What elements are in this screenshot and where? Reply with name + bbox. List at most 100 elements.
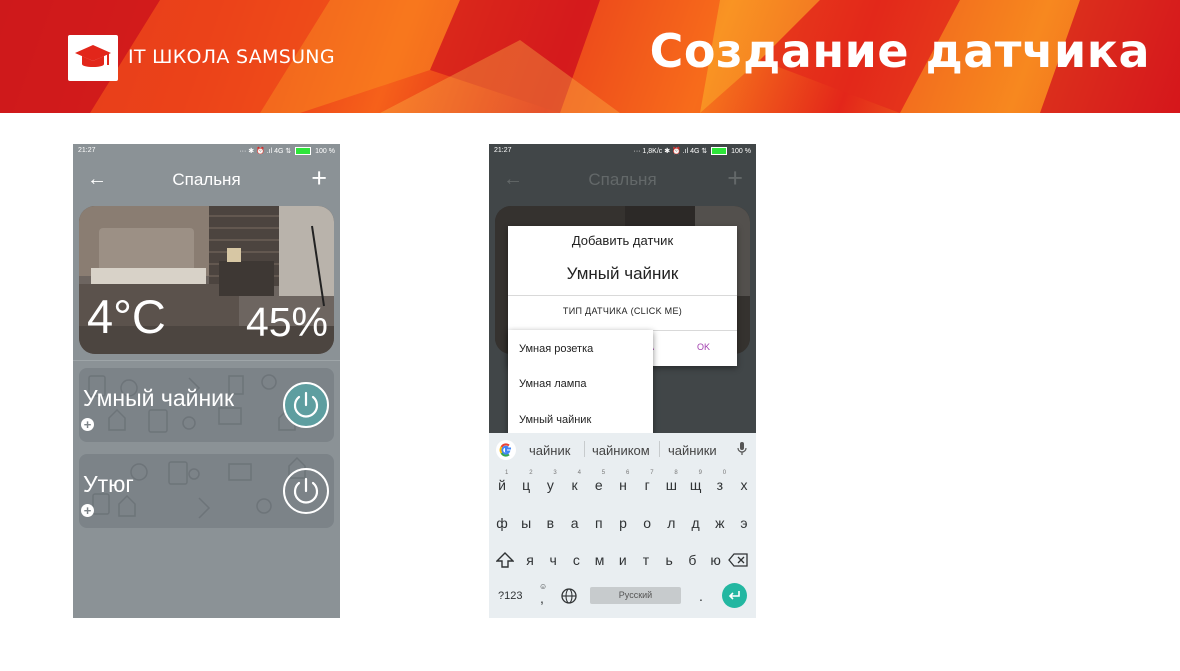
key-ф[interactable]: ф: [492, 515, 512, 531]
key-label: п: [595, 515, 603, 531]
power-toggle-on[interactable]: [283, 382, 329, 428]
section-divider: [73, 360, 340, 361]
key-hint: 6: [626, 470, 630, 476]
key-м[interactable]: м: [590, 552, 610, 568]
key-о[interactable]: о: [637, 515, 657, 531]
ok-button[interactable]: OK: [697, 342, 710, 352]
key-ч[interactable]: ч: [543, 552, 563, 568]
key-б[interactable]: б: [682, 552, 702, 568]
power-icon: [293, 477, 319, 504]
key-д[interactable]: д: [686, 515, 706, 531]
suggestion-separator: [584, 441, 585, 457]
dropdown-option-socket[interactable]: Умная розетка: [519, 343, 593, 355]
sensor-name-input[interactable]: Умный чайник: [508, 264, 737, 284]
add-device-button[interactable]: +: [727, 163, 743, 193]
key-label: х: [740, 477, 748, 493]
key-т[interactable]: т: [636, 552, 656, 568]
key-label: р: [619, 515, 627, 531]
header-banner: IT ШКОЛА SAMSUNG Создание датчика: [0, 0, 1180, 113]
key-к[interactable]: к4: [565, 470, 585, 493]
key-label: б: [688, 552, 697, 568]
suggestion-1[interactable]: чайник: [529, 443, 570, 458]
temperature-value: 4°C: [87, 290, 166, 343]
status-time: 21:27: [78, 147, 96, 154]
key-label: ж: [715, 515, 725, 531]
backspace-key-icon[interactable]: [728, 553, 748, 570]
key-label: к: [571, 477, 578, 493]
period-key[interactable]: .: [699, 588, 703, 604]
key-ш[interactable]: ш8: [661, 470, 681, 493]
key-hint: 7: [650, 470, 654, 476]
key-ю[interactable]: ю: [706, 552, 726, 568]
add-sensor-icon[interactable]: +: [81, 418, 94, 431]
suggestion-3[interactable]: чайники: [668, 443, 717, 458]
key-у[interactable]: у3: [540, 470, 560, 493]
google-icon[interactable]: [496, 440, 516, 460]
key-hint: 4: [577, 470, 581, 476]
key-ц[interactable]: ц2: [516, 470, 536, 493]
symbols-key[interactable]: ?123: [498, 590, 522, 602]
key-щ[interactable]: щ9: [686, 470, 706, 493]
key-label: л: [667, 515, 676, 531]
shift-key-icon[interactable]: [495, 552, 515, 571]
status-icons: ··· ✱ ⏰ .ıl 4G ⇅ 100 %: [239, 147, 335, 156]
space-key[interactable]: Русский: [590, 587, 681, 604]
device-card-kettle[interactable]: Умный чайник +: [79, 368, 334, 442]
key-з[interactable]: з0: [710, 470, 730, 493]
key-label: н: [619, 477, 627, 493]
key-п[interactable]: п: [589, 515, 609, 531]
enter-key-icon[interactable]: [722, 583, 747, 608]
key-ж[interactable]: ж: [710, 515, 730, 531]
key-а[interactable]: а: [565, 515, 585, 531]
suggestion-2[interactable]: чайником: [592, 443, 650, 458]
status-bar: 21:27 ··· 1,8K/c ✱ ⏰ .ıl 4G ⇅ 100 %: [489, 144, 756, 158]
add-device-button[interactable]: +: [311, 163, 327, 193]
onscreen-keyboard: чайник чайником чайники й1ц2у3к4е5н6г7ш8…: [489, 433, 756, 618]
key-hint: 0: [722, 470, 727, 476]
key-и[interactable]: и: [613, 552, 633, 568]
key-н[interactable]: н6: [613, 470, 633, 493]
key-л[interactable]: л: [661, 515, 681, 531]
key-hint: 9: [698, 470, 702, 476]
dropdown-option-kettle[interactable]: Умный чайник: [519, 414, 591, 426]
key-х[interactable]: х: [734, 477, 754, 493]
add-sensor-icon[interactable]: +: [81, 504, 94, 517]
dropdown-option-lamp[interactable]: Умная лампа: [519, 378, 586, 390]
key-hint: 5: [601, 470, 606, 476]
key-hint: 1: [505, 470, 509, 476]
key-label: й: [498, 477, 506, 493]
battery-icon: [711, 147, 728, 156]
humidity-value: 45%: [245, 299, 328, 345]
comma-key[interactable]: ,: [540, 590, 544, 606]
key-е[interactable]: е5: [589, 470, 609, 493]
microphone-icon[interactable]: [737, 442, 747, 461]
graduation-cap-icon: [75, 45, 111, 67]
key-р[interactable]: р: [613, 515, 633, 531]
key-label: з: [716, 477, 723, 493]
sensor-type-button[interactable]: ТИП ДАТЧИКА (CLICK ME): [508, 306, 737, 316]
battery-icon: [295, 147, 312, 156]
key-с[interactable]: с: [566, 552, 586, 568]
room-card[interactable]: 4°C 45%: [79, 206, 334, 354]
key-г[interactable]: г7: [637, 470, 657, 493]
keyboard-row-3: ячсмитьбю: [489, 552, 756, 582]
room-title: Спальня: [172, 170, 241, 189]
key-э[interactable]: э: [734, 515, 754, 531]
key-label: ф: [496, 515, 508, 531]
key-ь[interactable]: ь: [659, 552, 679, 568]
key-label: ц: [522, 477, 531, 493]
status-icons: ··· 1,8K/c ✱ ⏰ .ıl 4G ⇅ 100 %: [633, 147, 751, 156]
key-hint: 3: [553, 470, 557, 476]
key-label: ы: [521, 515, 532, 531]
key-й[interactable]: й1: [492, 470, 512, 493]
dialog-title: Добавить датчик: [571, 233, 674, 248]
globe-icon[interactable]: [561, 588, 577, 607]
power-toggle-off[interactable]: [283, 468, 329, 514]
device-card-iron[interactable]: Утюг +: [79, 454, 334, 528]
key-ы[interactable]: ы: [516, 515, 536, 531]
key-я[interactable]: я: [520, 552, 540, 568]
key-в[interactable]: в: [540, 515, 560, 531]
slide-title: Создание датчика: [649, 24, 1150, 78]
device-name: Умный чайник: [83, 385, 235, 411]
key-label: э: [740, 515, 748, 531]
